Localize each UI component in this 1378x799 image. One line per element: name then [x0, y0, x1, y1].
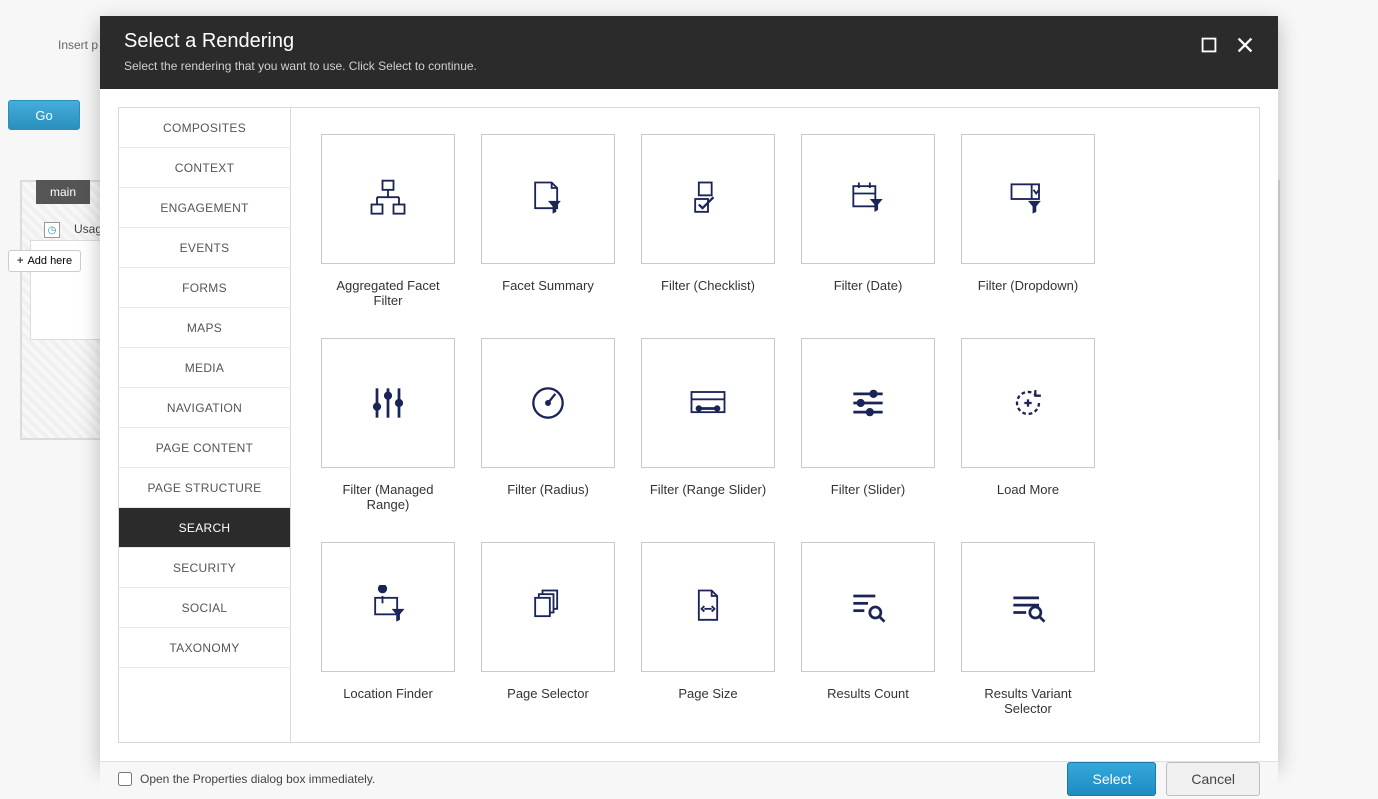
sidebar-item-forms[interactable]: FORMS	[119, 268, 290, 308]
dropdown-funnel-icon	[961, 134, 1095, 264]
lines-search-icon	[801, 542, 935, 672]
rendering-tile-filter-range-slider-[interactable]: Filter (Range Slider)	[641, 338, 775, 512]
rendering-tile-label: Results Variant Selector	[961, 686, 1095, 716]
sidebar-item-engagement[interactable]: ENGAGEMENT	[119, 188, 290, 228]
rendering-tile-label: Aggregated Facet Filter	[321, 278, 455, 308]
rendering-tile-label: Page Selector	[507, 686, 589, 701]
usage-label: Usag	[74, 222, 102, 236]
rendering-tile-location-finder[interactable]: Location Finder	[321, 542, 455, 716]
rendering-tile-label: Location Finder	[343, 686, 433, 701]
sidebar-item-page-content[interactable]: PAGE CONTENT	[119, 428, 290, 468]
select-rendering-dialog: Select a Rendering Select the rendering …	[100, 16, 1278, 764]
sidebar-item-security[interactable]: SECURITY	[119, 548, 290, 588]
close-icon[interactable]	[1234, 34, 1256, 56]
open-properties-checkbox-wrap[interactable]: Open the Properties dialog box immediate…	[118, 772, 375, 786]
rendering-tile-label: Filter (Dropdown)	[978, 278, 1078, 293]
sidebar-item-search[interactable]: SEARCH	[119, 508, 290, 548]
insert-placeholder-text: Insert p	[58, 38, 98, 52]
add-here-button[interactable]: Add here	[8, 250, 81, 272]
usage-icon: ◷	[44, 222, 60, 238]
placeholder-tab-main[interactable]: main	[36, 180, 90, 204]
sliders-h-icon	[801, 338, 935, 468]
sidebar-item-maps[interactable]: MAPS	[119, 308, 290, 348]
dialog-title: Select a Rendering	[124, 30, 1254, 53]
rendering-tile-filter-dropdown-[interactable]: Filter (Dropdown)	[961, 134, 1095, 308]
sidebar-item-media[interactable]: MEDIA	[119, 348, 290, 388]
rendering-tile-results-count[interactable]: Results Count	[801, 542, 935, 716]
sidebar-item-events[interactable]: EVENTS	[119, 228, 290, 268]
hierarchy-icon	[321, 134, 455, 264]
rendering-tile-page-size[interactable]: Page Size	[641, 542, 775, 716]
checklist-icon	[641, 134, 775, 264]
rendering-tile-label: Page Size	[678, 686, 737, 701]
category-sidebar: COMPOSITESCONTEXTENGAGEMENTEVENTSFORMSMA…	[119, 108, 291, 742]
date-funnel-icon	[801, 134, 935, 264]
rendering-tile-label: Filter (Slider)	[831, 482, 905, 497]
rendering-tile-aggregated-facet-filter[interactable]: Aggregated Facet Filter	[321, 134, 455, 308]
select-button[interactable]: Select	[1067, 762, 1156, 796]
maximize-icon[interactable]	[1198, 34, 1220, 56]
doc-arrows-icon	[641, 542, 775, 672]
rendering-tile-load-more[interactable]: Load More	[961, 338, 1095, 512]
sidebar-item-page-structure[interactable]: PAGE STRUCTURE	[119, 468, 290, 508]
rendering-tile-label: Facet Summary	[502, 278, 594, 293]
rendering-grid: Aggregated Facet Filter Facet Summary Filt…	[321, 134, 1229, 716]
lines-search-alt-icon	[961, 542, 1095, 672]
pages-icon	[481, 542, 615, 672]
doc-funnel-icon	[481, 134, 615, 264]
sidebar-item-taxonomy[interactable]: TAXONOMY	[119, 628, 290, 668]
rendering-tile-filter-slider-[interactable]: Filter (Slider)	[801, 338, 935, 512]
rendering-tile-label: Filter (Date)	[834, 278, 903, 293]
sidebar-item-social[interactable]: SOCIAL	[119, 588, 290, 628]
gauge-icon	[481, 338, 615, 468]
rendering-tile-label: Filter (Radius)	[507, 482, 589, 497]
sidebar-item-navigation[interactable]: NAVIGATION	[119, 388, 290, 428]
dialog-subtitle: Select the rendering that you want to us…	[124, 59, 1254, 73]
dialog-body: COMPOSITESCONTEXTENGAGEMENTEVENTSFORMSMA…	[100, 89, 1278, 761]
dialog-panel: COMPOSITESCONTEXTENGAGEMENTEVENTSFORMSMA…	[118, 107, 1260, 743]
rendering-tile-filter-radius-[interactable]: Filter (Radius)	[481, 338, 615, 512]
dialog-header: Select a Rendering Select the rendering …	[100, 16, 1278, 89]
sliders-v-icon	[321, 338, 455, 468]
rendering-tile-filter-managed-range-[interactable]: Filter (Managed Range)	[321, 338, 455, 512]
add-here-label: Add here	[27, 255, 72, 267]
rendering-tile-filter-date-[interactable]: Filter (Date)	[801, 134, 935, 308]
rendering-tile-label: Results Count	[827, 686, 909, 701]
open-properties-label: Open the Properties dialog box immediate…	[140, 772, 375, 786]
rendering-tile-label: Filter (Range Slider)	[650, 482, 766, 497]
rendering-tile-label: Filter (Checklist)	[661, 278, 755, 293]
dialog-footer: Open the Properties dialog box immediate…	[100, 761, 1278, 796]
open-properties-checkbox[interactable]	[118, 772, 132, 786]
cancel-button[interactable]: Cancel	[1166, 762, 1260, 796]
sidebar-item-composites[interactable]: COMPOSITES	[119, 108, 290, 148]
rendering-tile-label: Load More	[997, 482, 1059, 497]
rendering-tile-facet-summary[interactable]: Facet Summary	[481, 134, 615, 308]
pin-funnel-icon	[321, 542, 455, 672]
rendering-tile-page-selector[interactable]: Page Selector	[481, 542, 615, 716]
rendering-tile-label: Filter (Managed Range)	[321, 482, 455, 512]
range-bar-icon	[641, 338, 775, 468]
sidebar-item-context[interactable]: CONTEXT	[119, 148, 290, 188]
rendering-grid-scroll[interactable]: Aggregated Facet Filter Facet Summary Filt…	[291, 108, 1259, 742]
go-button[interactable]: Go	[8, 100, 80, 130]
rendering-tile-filter-checklist-[interactable]: Filter (Checklist)	[641, 134, 775, 308]
rendering-tile-results-variant-selector[interactable]: Results Variant Selector	[961, 542, 1095, 716]
reload-plus-icon	[961, 338, 1095, 468]
